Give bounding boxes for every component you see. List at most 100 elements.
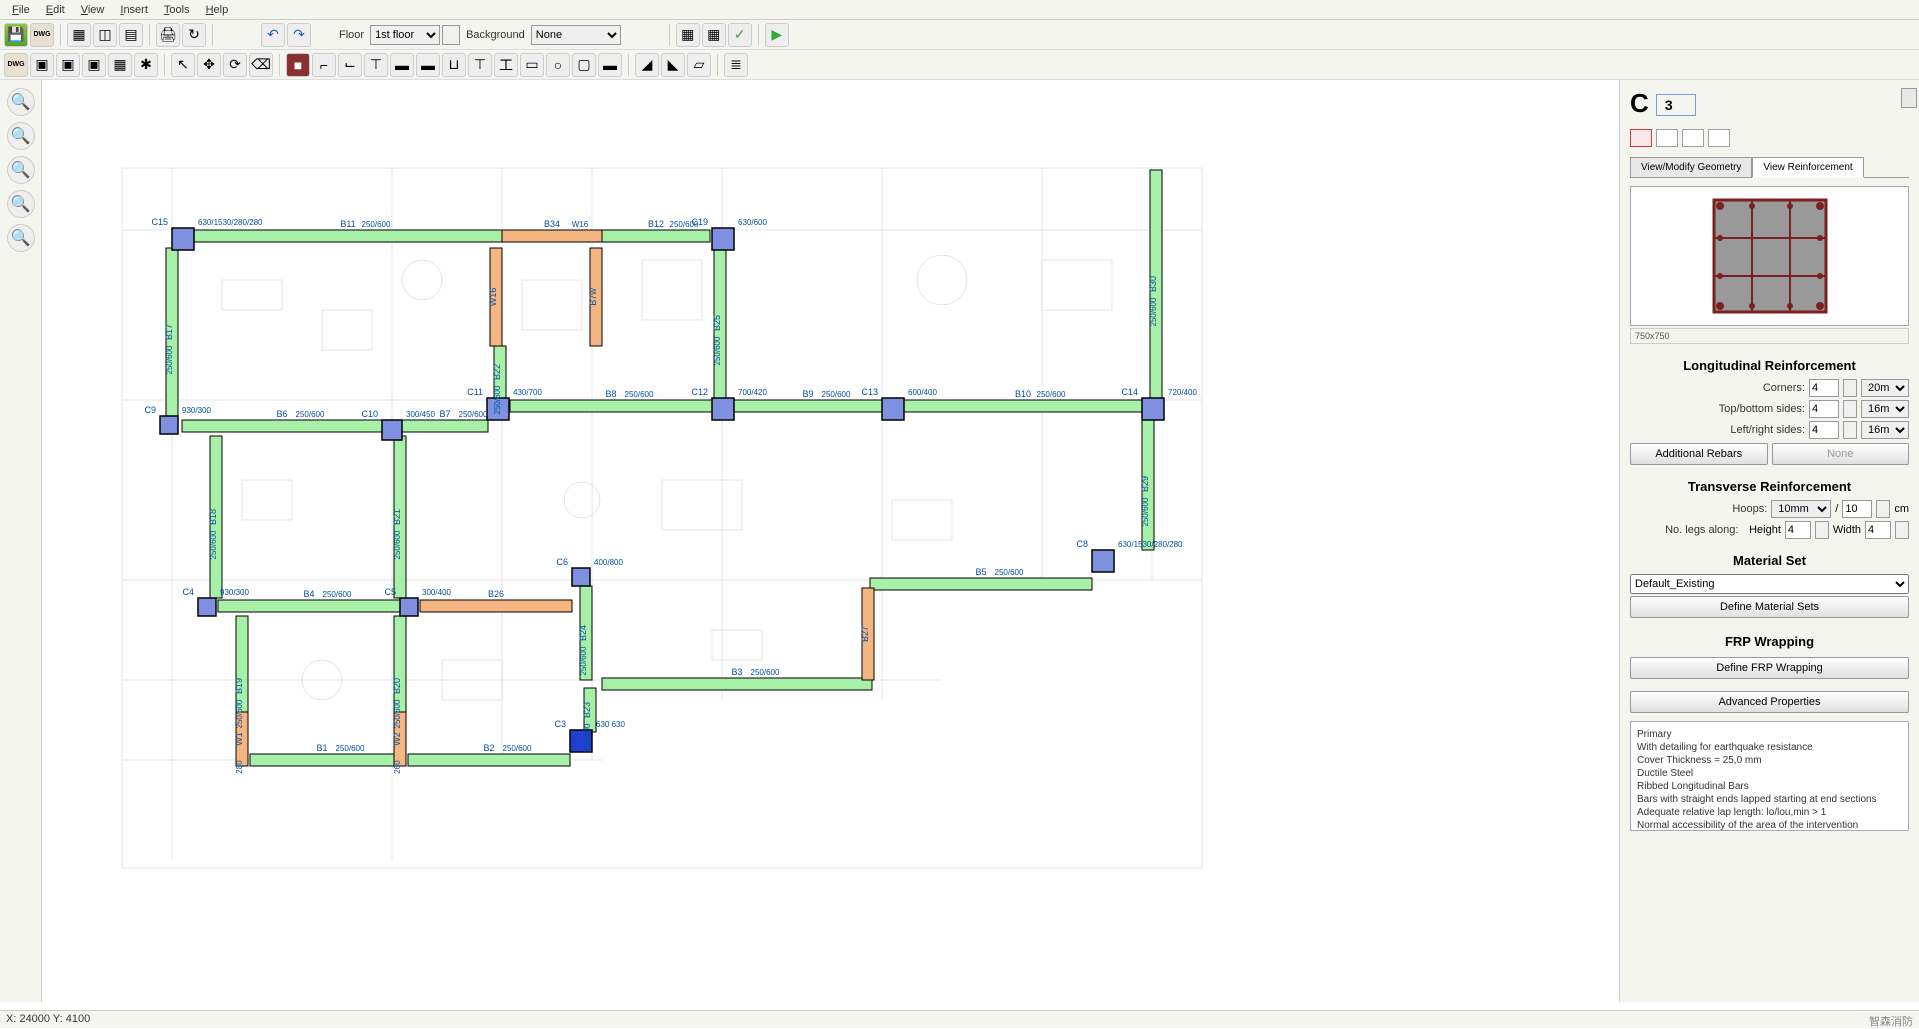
check-icon[interactable]: ✓ xyxy=(728,23,752,47)
background-select[interactable]: None xyxy=(531,25,621,45)
tab-reinforcement[interactable]: View Reinforcement xyxy=(1752,157,1863,178)
menu-help[interactable]: Help xyxy=(198,2,237,18)
t4-icon[interactable]: ▣ xyxy=(82,53,106,77)
zoom-prev-icon[interactable]: 🔍 xyxy=(7,224,35,252)
element-number-input[interactable]: 3 xyxy=(1656,94,1696,116)
zoom-out-icon[interactable]: 🔍 xyxy=(7,122,35,150)
rect-section-icon[interactable]: ■ xyxy=(286,53,310,77)
menu-tools[interactable]: Tools xyxy=(156,2,198,18)
tab-geometry[interactable]: View/Modify Geometry xyxy=(1630,157,1752,177)
menu-view[interactable]: View xyxy=(73,2,113,18)
width-spin[interactable] xyxy=(1895,521,1909,539)
corners-dia-select[interactable]: 20mm xyxy=(1861,379,1909,397)
material-title: Material Set xyxy=(1630,553,1909,568)
shape-t-icon[interactable] xyxy=(1682,129,1704,147)
zoom-extents-icon[interactable]: 🔍 xyxy=(7,190,35,218)
panel-scroll-icon[interactable] xyxy=(1901,88,1917,108)
dwg2-button[interactable]: DWG xyxy=(4,53,28,77)
zoom-window-icon[interactable]: 🔍 xyxy=(7,156,35,184)
height-spin[interactable] xyxy=(1815,521,1829,539)
hoops-spacing-input[interactable] xyxy=(1842,500,1872,518)
material-select[interactable]: Default_Existing xyxy=(1630,574,1909,594)
svg-text:C9: C9 xyxy=(144,405,156,415)
advanced-props-button[interactable]: Advanced Properties xyxy=(1630,691,1909,713)
grid-toggle-icon[interactable]: ▦ xyxy=(676,23,700,47)
shape-l-icon[interactable] xyxy=(1656,129,1678,147)
delete-icon[interactable]: ⌫ xyxy=(249,53,273,77)
h-section-icon[interactable]: ▭ xyxy=(520,53,544,77)
beam2-icon[interactable]: ▬ xyxy=(416,53,440,77)
svg-text:B17: B17 xyxy=(164,324,174,340)
tb-spin[interactable] xyxy=(1843,400,1857,418)
box-section-icon[interactable]: ▢ xyxy=(572,53,596,77)
menu-insert[interactable]: Insert xyxy=(112,2,156,18)
background-label: Background xyxy=(466,29,525,41)
grid-icon[interactable]: ▤ xyxy=(119,23,143,47)
section-preview xyxy=(1630,186,1909,326)
svg-text:W2: W2 xyxy=(392,732,402,746)
define-frp-button[interactable]: Define FRP Wrapping xyxy=(1630,657,1909,679)
width-legs-input[interactable] xyxy=(1865,521,1891,539)
i-section-icon[interactable]: 工 xyxy=(494,53,518,77)
drawing-canvas[interactable]: B11 250/600B34 W16B12 250/600B17 250/600… xyxy=(42,80,1619,1002)
corners-input[interactable] xyxy=(1809,379,1839,397)
floor-select[interactable]: 1st floor xyxy=(370,25,440,45)
rotate-icon[interactable]: ⟳ xyxy=(223,53,247,77)
beam1-icon[interactable]: ▬ xyxy=(390,53,414,77)
t3-icon[interactable]: ▣ xyxy=(56,53,80,77)
svg-text:250/600: 250/600 xyxy=(493,385,502,414)
t2-section-icon[interactable]: ⊤ xyxy=(468,53,492,77)
redo-button[interactable]: ↷ xyxy=(287,23,311,47)
strip-footing-icon[interactable]: ◣ xyxy=(661,53,685,77)
move-icon[interactable]: ✥ xyxy=(197,53,221,77)
isolated-footing-icon[interactable]: ◢ xyxy=(635,53,659,77)
svg-text:B30: B30 xyxy=(1148,276,1158,292)
circle-section-icon[interactable]: ○ xyxy=(546,53,570,77)
lr-input[interactable] xyxy=(1809,421,1839,439)
pointer-icon[interactable]: ↖ xyxy=(171,53,195,77)
height-legs-input[interactable] xyxy=(1785,521,1811,539)
t2-icon[interactable]: ▣ xyxy=(30,53,54,77)
lr-dia-select[interactable]: 16mm xyxy=(1861,421,1909,439)
dwg-button[interactable]: DWG xyxy=(30,23,54,47)
sheets-icon[interactable]: ▦ xyxy=(67,23,91,47)
svg-text:W16: W16 xyxy=(488,288,498,307)
refresh-icon[interactable]: ↻ xyxy=(182,23,206,47)
corners-spin[interactable] xyxy=(1843,379,1857,397)
additional-rebars-button[interactable]: Additional Rebars xyxy=(1630,443,1768,465)
zoom-in-icon[interactable]: 🔍 xyxy=(7,88,35,116)
hoops-spin[interactable] xyxy=(1876,500,1890,518)
undo-button[interactable]: ↶ xyxy=(261,23,285,47)
t5-icon[interactable]: ▦ xyxy=(108,53,132,77)
svg-text:300/400: 300/400 xyxy=(422,588,451,597)
cube-icon[interactable]: ◫ xyxy=(93,23,117,47)
floor-spinner[interactable] xyxy=(442,25,460,45)
hoops-dia-select[interactable]: 10mm xyxy=(1771,500,1831,518)
lr-spin[interactable] xyxy=(1843,421,1857,439)
tb-input[interactable] xyxy=(1809,400,1839,418)
width-label: Width xyxy=(1833,524,1861,536)
run-icon[interactable]: ▶ xyxy=(765,23,789,47)
u-section-icon[interactable]: ⊔ xyxy=(442,53,466,77)
svg-text:B9: B9 xyxy=(802,389,813,399)
bar-section-icon[interactable]: ▬ xyxy=(598,53,622,77)
svg-text:B2: B2 xyxy=(483,743,494,753)
t-section-icon[interactable]: ⊤ xyxy=(364,53,388,77)
tb-dia-select[interactable]: 16mm xyxy=(1861,400,1909,418)
svg-text:B34: B34 xyxy=(544,219,560,229)
stairs-icon[interactable]: ≣ xyxy=(724,53,748,77)
l2-section-icon[interactable]: ⌙ xyxy=(338,53,362,77)
print-button[interactable]: 🖨 xyxy=(156,23,180,47)
menu-edit[interactable]: Edit xyxy=(38,2,73,18)
t6-icon[interactable]: ✱ xyxy=(134,53,158,77)
shape-circle-icon[interactable] xyxy=(1708,129,1730,147)
l-section-icon[interactable]: ⌐ xyxy=(312,53,336,77)
svg-text:B24: B24 xyxy=(578,625,588,641)
save-button[interactable]: 💾 xyxy=(4,23,28,47)
shape-rect-icon[interactable] xyxy=(1630,129,1652,147)
mat-footing-icon[interactable]: ▱ xyxy=(687,53,711,77)
define-materials-button[interactable]: Define Material Sets xyxy=(1630,596,1909,618)
snap-icon[interactable]: ▦ xyxy=(702,23,726,47)
svg-text:250/600: 250/600 xyxy=(323,590,352,599)
menu-file[interactable]: FFileile xyxy=(4,2,38,18)
